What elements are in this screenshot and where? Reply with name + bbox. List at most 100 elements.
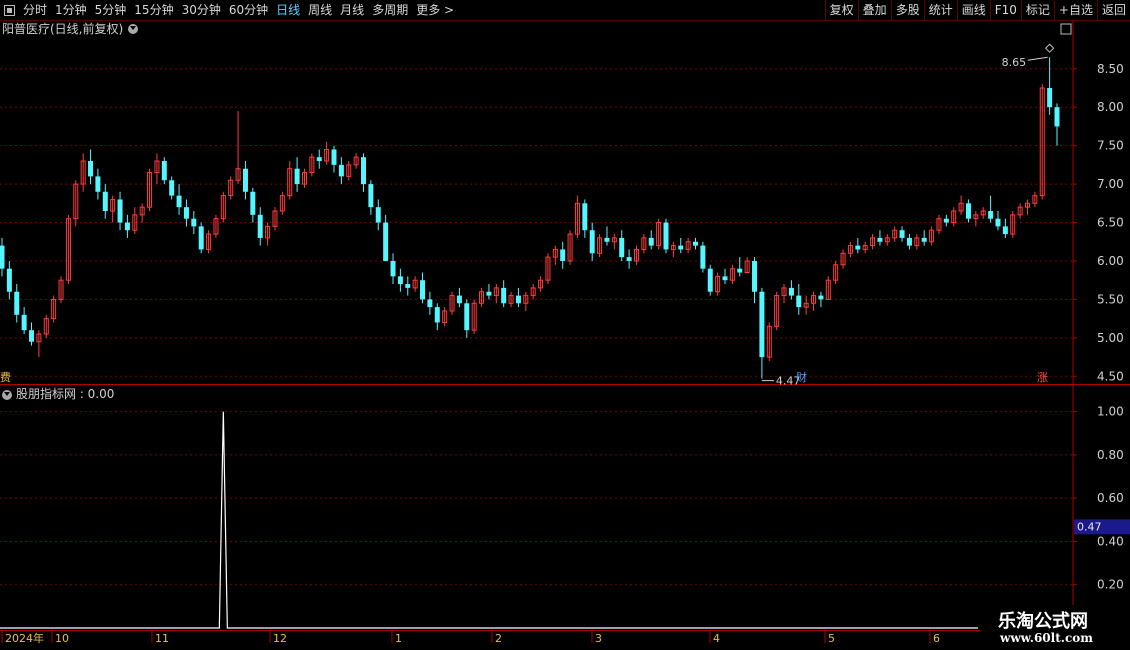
chevron-down-icon[interactable] xyxy=(2,389,12,400)
candle-body xyxy=(29,330,35,342)
candle-body xyxy=(501,287,507,304)
candle-body xyxy=(242,168,248,192)
date-label: 6 xyxy=(933,632,940,645)
candle-body xyxy=(604,237,610,242)
date-label: 2024年 xyxy=(5,631,44,645)
candle-body xyxy=(921,237,927,242)
left-event-tag[interactable]: 费 xyxy=(0,371,11,384)
price-tick-label: 7.00 xyxy=(1097,177,1124,191)
price-tick-label: 7.50 xyxy=(1097,139,1124,153)
candle-body xyxy=(368,184,374,208)
candle-body xyxy=(648,237,654,246)
date-label: 4 xyxy=(713,632,720,645)
candle-body xyxy=(692,241,698,246)
candle-body xyxy=(678,245,684,250)
candle-body xyxy=(663,222,669,250)
candle-body xyxy=(759,291,765,358)
price-tick-label: 8.50 xyxy=(1097,62,1124,76)
candle-body xyxy=(124,222,130,231)
finance-tag[interactable]: 财 xyxy=(796,371,807,384)
rise-tag[interactable]: 涨 xyxy=(1037,371,1048,384)
candle-body xyxy=(397,276,403,285)
candle-body xyxy=(995,218,1001,227)
candle-body xyxy=(390,260,396,277)
indicator-value-text: 0.47 xyxy=(1077,520,1102,533)
candle-body xyxy=(456,295,462,304)
candle-body xyxy=(176,195,182,208)
candle-body xyxy=(965,203,971,219)
kline-chart: 8.50 8.00 7.50 7.00 6.50 6.00 5.50 5.00 4.50 8.65… xyxy=(0,20,1130,645)
candle-body xyxy=(464,303,470,331)
candle-body xyxy=(14,291,20,315)
candle-body xyxy=(1054,107,1060,127)
price-tick-label: 8.00 xyxy=(1097,100,1124,114)
date-label: 1 xyxy=(395,632,402,645)
panel-toggle-icon xyxy=(1060,23,1072,35)
candle-body xyxy=(338,164,344,177)
candle-body xyxy=(6,268,12,292)
candle-body xyxy=(752,260,758,292)
watermark-url: www.60lt.com xyxy=(1000,631,1093,645)
candle-body xyxy=(0,245,5,269)
high-pointer xyxy=(1027,56,1048,61)
indicator-tick-label: 0.40 xyxy=(1097,534,1124,548)
candle-body xyxy=(95,176,101,192)
candle-body xyxy=(331,149,337,165)
candle-body xyxy=(899,230,905,238)
price-tick-label: 4.50 xyxy=(1097,369,1124,383)
price-tick-label: 6.00 xyxy=(1097,254,1124,268)
indicator-tick-label: 0.60 xyxy=(1097,491,1124,505)
candle-body xyxy=(722,276,728,281)
candle-body xyxy=(316,157,322,162)
diamond-icon xyxy=(1044,43,1055,53)
candle-body xyxy=(161,161,167,181)
candle-body xyxy=(818,295,824,300)
candle-body xyxy=(906,237,912,246)
candle-body xyxy=(1002,226,1008,235)
candle-body xyxy=(420,280,426,300)
candle-body xyxy=(515,295,521,304)
candle-body xyxy=(737,268,743,273)
candle-body xyxy=(102,191,108,211)
date-label: 11 xyxy=(155,632,169,645)
candle-body xyxy=(250,191,256,215)
candle-body xyxy=(877,237,883,242)
candle-body xyxy=(589,230,595,254)
date-label: 10 xyxy=(55,632,69,645)
indicator-title-bar: 股朋指标网 : 0.00 xyxy=(2,387,114,402)
candle-body xyxy=(257,214,263,238)
candle-body xyxy=(943,218,949,223)
candle-body xyxy=(191,218,197,227)
candle-body xyxy=(707,268,713,292)
date-label: 12 xyxy=(273,632,287,645)
candle-body xyxy=(405,284,411,288)
candle-body xyxy=(375,207,381,223)
candle-body xyxy=(626,257,632,261)
watermark: 乐淘公式网 www.60lt.com xyxy=(980,605,1130,650)
price-tick-label: 5.00 xyxy=(1097,331,1124,345)
price-tick-label: 5.50 xyxy=(1097,292,1124,306)
date-label: 2 xyxy=(495,632,502,645)
candle-body xyxy=(117,199,123,223)
indicator-tick-label: 1.00 xyxy=(1097,405,1124,419)
indicator-line xyxy=(0,411,978,629)
candle-body xyxy=(700,245,706,269)
candle-body xyxy=(198,226,204,250)
candle-body xyxy=(560,249,566,261)
indicator-tick-label: 0.80 xyxy=(1097,448,1124,462)
candle-body xyxy=(486,291,492,296)
indicator-tick-label: 0.20 xyxy=(1097,578,1124,592)
candle-body xyxy=(383,222,389,261)
date-label: 5 xyxy=(828,632,835,645)
candle-body xyxy=(796,295,802,308)
candle-body xyxy=(788,287,794,296)
candle-body xyxy=(21,314,27,331)
candle-body xyxy=(361,157,367,185)
candle-body xyxy=(582,203,588,231)
candle-body xyxy=(294,168,300,185)
candle-body xyxy=(1047,87,1053,108)
candle-body xyxy=(183,207,189,219)
candle-body xyxy=(169,180,175,196)
candle-body xyxy=(427,299,433,308)
price-tick-label: 6.50 xyxy=(1097,216,1124,230)
